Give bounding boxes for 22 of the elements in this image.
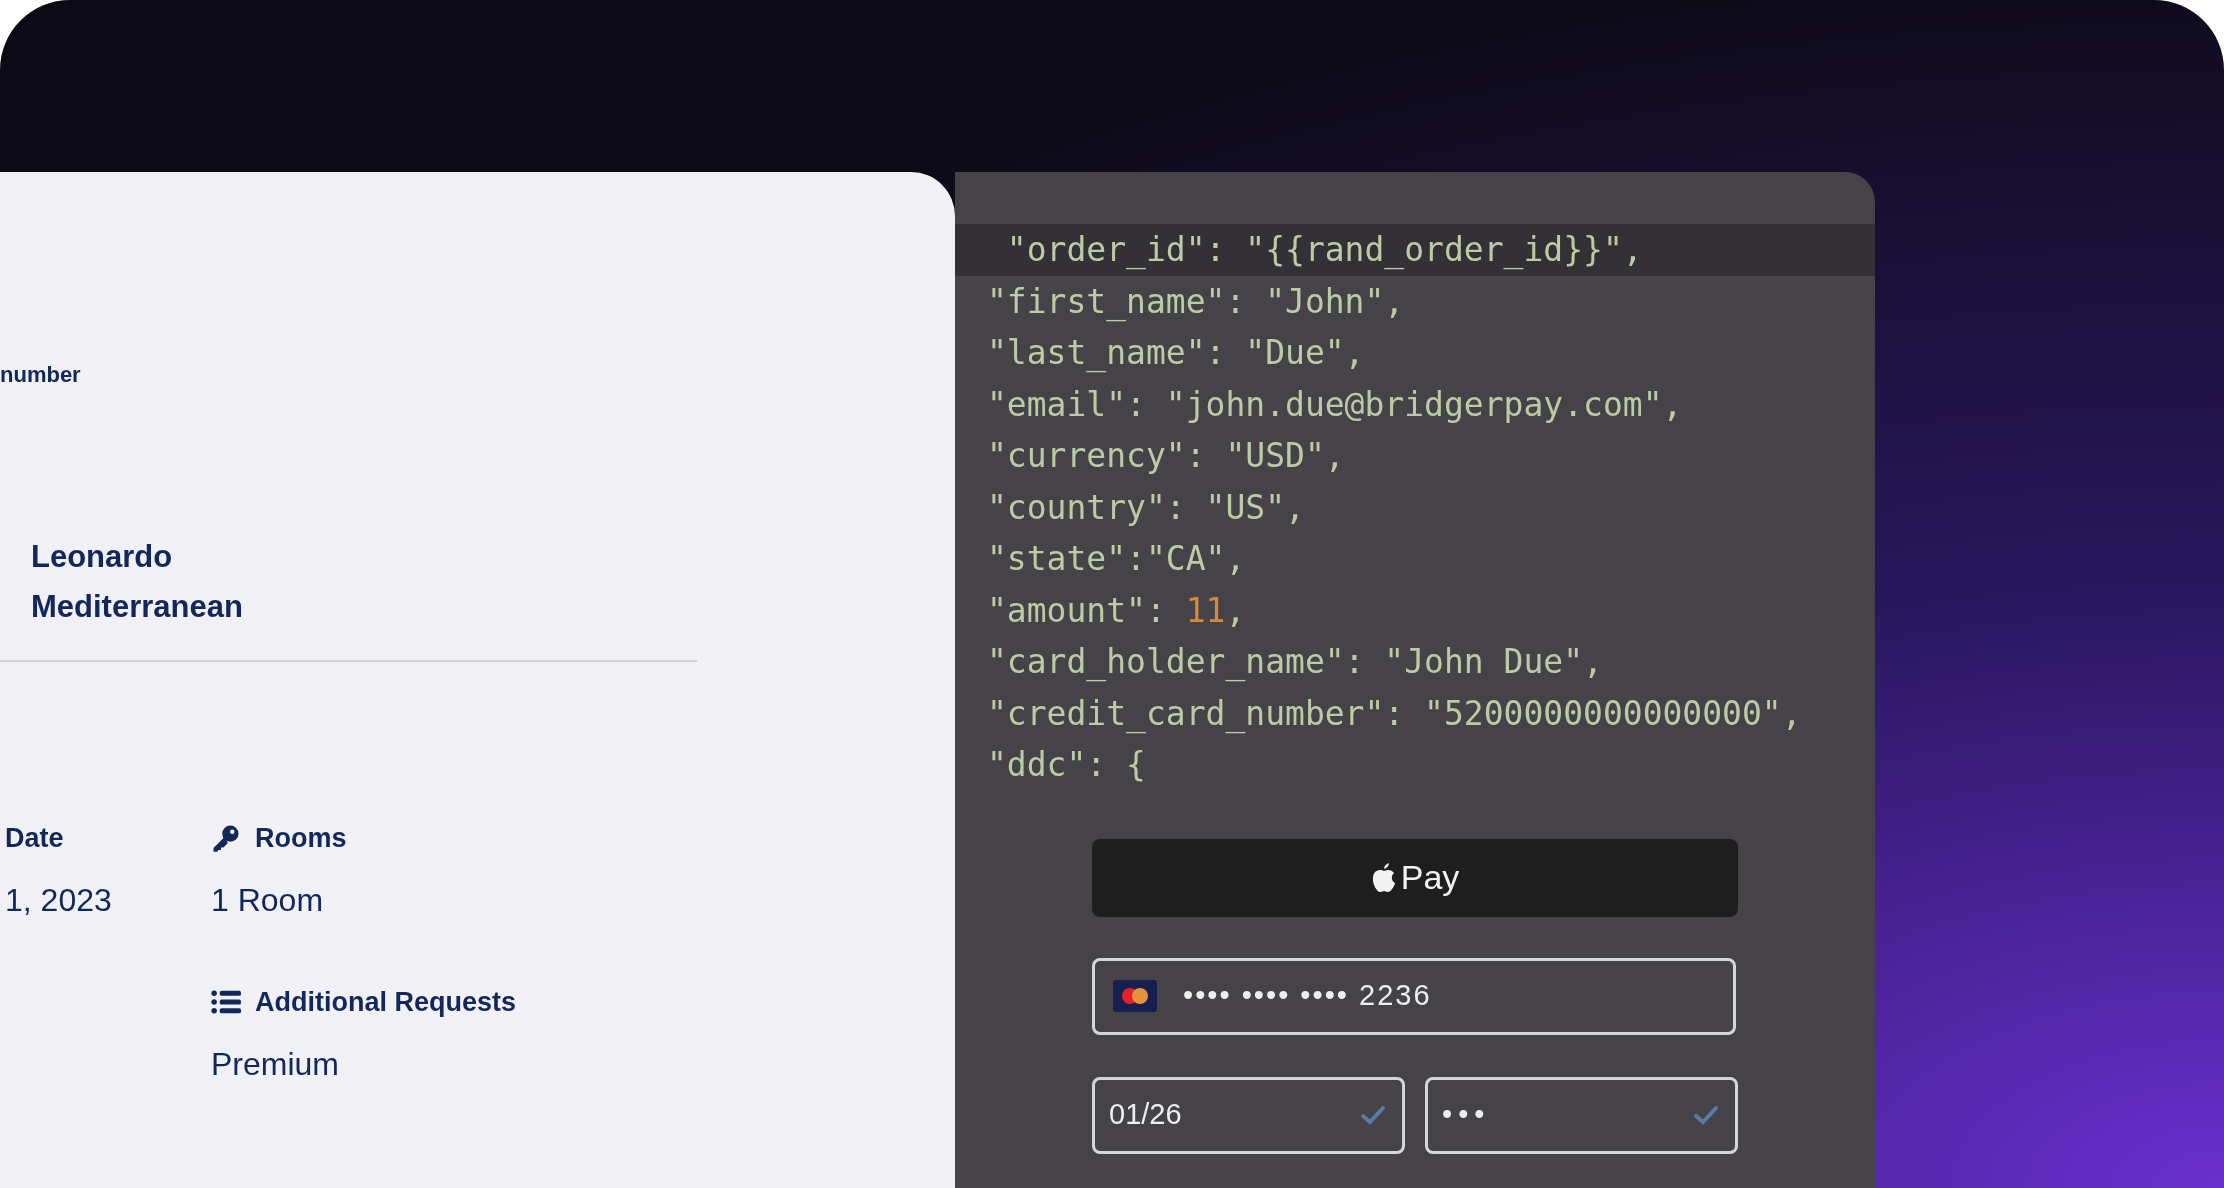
cvc-field[interactable]: ••• — [1425, 1076, 1738, 1154]
key-icon — [211, 823, 241, 853]
card-number-field[interactable]: •••• •••• •••• 2236 — [1092, 957, 1736, 1035]
field-label: number — [0, 362, 81, 387]
hotel-name: Leonardo — [31, 538, 174, 576]
cvc-value: ••• — [1442, 1097, 1491, 1133]
apple-pay-button[interactable]: Pay — [1092, 838, 1738, 917]
check-icon — [1360, 1105, 1386, 1125]
apple-icon — [1370, 862, 1397, 893]
detail-label: Additional Requests — [255, 985, 517, 1019]
detail-value: 1, 2023 — [5, 881, 113, 920]
expiry-value: 01/26 — [1109, 1097, 1182, 1133]
card-number-value: •••• •••• •••• 2236 — [1183, 978, 1432, 1014]
list-icon — [211, 989, 241, 1015]
detail-label: Date — [5, 821, 64, 855]
hotel-name: Mediterranean — [31, 588, 244, 626]
detail-value: Premium — [211, 1045, 340, 1084]
check-icon — [1693, 1105, 1719, 1125]
card-brand-icon — [1113, 980, 1157, 1012]
expiry-field[interactable]: 01/26 — [1092, 1076, 1405, 1154]
detail-value: 1 Room — [211, 881, 325, 920]
detail-label: Rooms — [255, 821, 347, 855]
